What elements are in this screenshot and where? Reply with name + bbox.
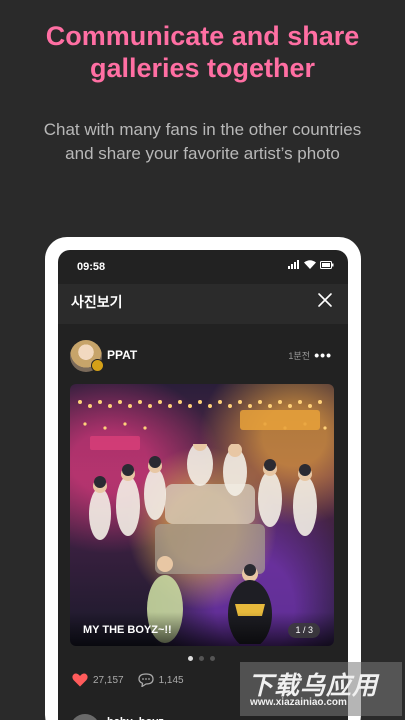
wifi-icon	[304, 260, 316, 269]
like-count: 27,157	[93, 674, 124, 686]
promo-headline-line2: galleries together	[89, 53, 316, 83]
badge-icon	[91, 359, 104, 372]
post-header: PPAT 1분전 •••	[58, 324, 348, 384]
next-post-username[interactable]: baby_boyz	[107, 716, 164, 720]
post-photo[interactable]: MY THE BOYZ~!! 1 / 3	[70, 384, 334, 646]
battery-icon	[320, 260, 334, 269]
status-bar: 09:58	[58, 250, 348, 284]
comment-count: 1,145	[158, 674, 184, 686]
post-username[interactable]: PPAT	[107, 348, 137, 362]
caption-overlay: MY THE BOYZ~!! 1 / 3	[70, 612, 334, 646]
photo-caption: MY THE BOYZ~!!	[83, 624, 172, 636]
status-icons	[288, 260, 334, 269]
signal-icon	[288, 260, 299, 269]
photo-counter: 1 / 3	[288, 623, 320, 638]
promo-headline: Communicate and share galleries together	[0, 20, 405, 84]
phone-screen: 09:58 사진보기 PPAT 1분전 ••• MY THE BOYZ~!! 1…	[58, 250, 348, 720]
comment-button[interactable]: 1,145	[137, 673, 184, 687]
pager-dot-2[interactable]	[199, 656, 204, 661]
status-time: 09:58	[77, 261, 106, 273]
pager-dot-1[interactable]	[188, 656, 193, 661]
close-icon[interactable]	[316, 291, 334, 309]
pager-dots	[188, 656, 215, 661]
page-title: 사진보기	[71, 294, 123, 310]
promo-subline-line1: Chat with many fans in the other countri…	[43, 120, 362, 139]
like-button[interactable]: 27,157	[72, 673, 124, 687]
heart-icon	[72, 673, 88, 687]
app-bar: 사진보기	[58, 284, 348, 324]
next-post-avatar[interactable]	[70, 714, 100, 720]
promo-headline-line1: Communicate and share	[45, 21, 360, 51]
site-watermark: 下载乌应用 www.xiazainiao.com	[240, 662, 402, 716]
pager-dot-3[interactable]	[210, 656, 215, 661]
stage-lights-image	[78, 400, 327, 450]
more-options-icon[interactable]: •••	[314, 347, 332, 363]
post-timestamp: 1분전	[288, 351, 310, 361]
watermark-url: www.xiazainiao.com	[250, 697, 347, 708]
promo-subline-line2: and share your favorite artist’s photo	[65, 144, 340, 163]
promo-subline: Chat with many fans in the other countri…	[0, 118, 405, 166]
comment-icon	[137, 673, 154, 687]
